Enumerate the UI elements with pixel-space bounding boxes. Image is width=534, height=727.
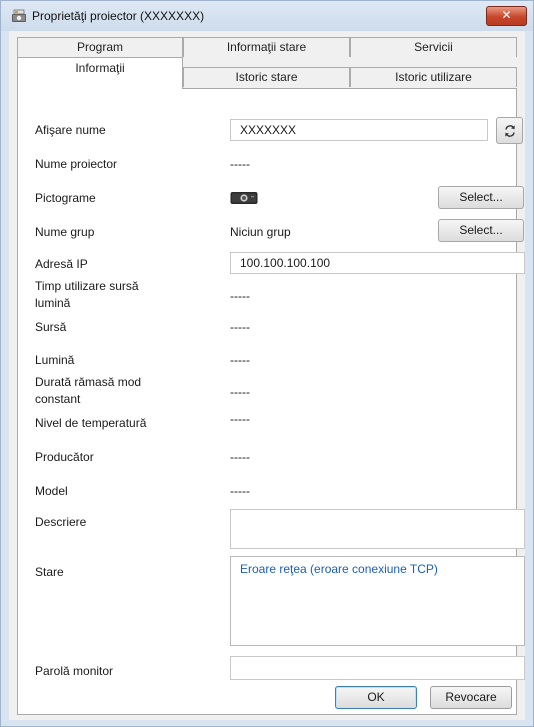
manufacturer-label: Producător	[35, 450, 94, 464]
properties-window: Proprietăţi proiector (XXXXXXX) ✕ Progra…	[0, 0, 534, 727]
description-input[interactable]	[230, 509, 525, 549]
group-name-label: Nume grup	[35, 225, 95, 239]
cancel-button[interactable]: Revocare	[430, 686, 512, 709]
model-value: -----	[230, 484, 250, 498]
display-name-input[interactable]	[230, 119, 488, 141]
temperature-level-label: Nivel de temperatură	[35, 416, 147, 430]
light-usage-time-label: Timp utilizare sursă lumină	[35, 278, 139, 312]
remaining-constant-value: -----	[230, 385, 250, 399]
close-button[interactable]: ✕	[486, 6, 527, 26]
tab-information[interactable]: Informaţii	[17, 57, 183, 89]
model-label: Model	[35, 484, 68, 498]
projector-name-label: Nume proiector	[35, 157, 118, 171]
ok-button[interactable]: OK	[335, 686, 417, 709]
description-label: Descriere	[35, 515, 87, 529]
dialog-client-area: Program Informaţii stare Servicii Inform…	[9, 31, 525, 720]
light-value: -----	[230, 353, 250, 367]
ip-address-label: Adresă IP	[35, 257, 88, 271]
light-usage-time-label-line2: lumină	[35, 296, 71, 310]
group-name-value: Niciun grup	[230, 225, 291, 239]
display-name-label: Afişare nume	[35, 123, 106, 137]
remaining-constant-label-line2: constant	[35, 392, 81, 406]
light-usage-time-label-line1: Timp utilizare sursă	[35, 279, 139, 293]
projector-icon	[230, 190, 258, 209]
light-label: Lumină	[35, 353, 75, 367]
remaining-constant-label-line1: Durată rămasă mod	[35, 375, 142, 389]
tab-status-history[interactable]: Istoric stare	[183, 67, 350, 87]
light-usage-time-value: -----	[230, 289, 250, 303]
title-bar[interactable]: Proprietăţi proiector (XXXXXXX) ✕	[1, 1, 533, 31]
projector-app-icon	[11, 8, 27, 24]
status-label: Stare	[35, 565, 64, 579]
temperature-level-value: -----	[230, 412, 250, 426]
group-select-button[interactable]: Select...	[438, 219, 524, 242]
tab-services[interactable]: Servicii	[350, 37, 517, 57]
information-panel: Afişare nume Nume proiector ----- Pictog…	[17, 88, 525, 715]
window-title: Proprietăţi proiector (XXXXXXX)	[32, 9, 205, 23]
icons-label: Pictograme	[35, 191, 96, 205]
close-icon: ✕	[501, 8, 512, 22]
projector-name-value: -----	[230, 157, 250, 171]
tab-usage-history[interactable]: Istoric utilizare	[350, 67, 517, 87]
refresh-icon	[503, 123, 517, 137]
source-label: Sursă	[35, 320, 67, 334]
remaining-constant-label: Durată rămasă mod constant	[35, 374, 141, 408]
refresh-button[interactable]	[496, 117, 523, 144]
ip-address-input[interactable]	[230, 252, 525, 274]
monitor-password-input[interactable]	[230, 656, 525, 680]
tab-program[interactable]: Program	[17, 37, 183, 57]
status-textarea[interactable]: Eroare reţea (eroare conexiune TCP)	[230, 556, 525, 646]
source-value: -----	[230, 320, 250, 334]
icons-select-button[interactable]: Select...	[438, 186, 524, 209]
manufacturer-value: -----	[230, 450, 250, 464]
monitor-password-label: Parolă monitor	[35, 664, 114, 678]
tab-status-info[interactable]: Informaţii stare	[183, 37, 350, 57]
